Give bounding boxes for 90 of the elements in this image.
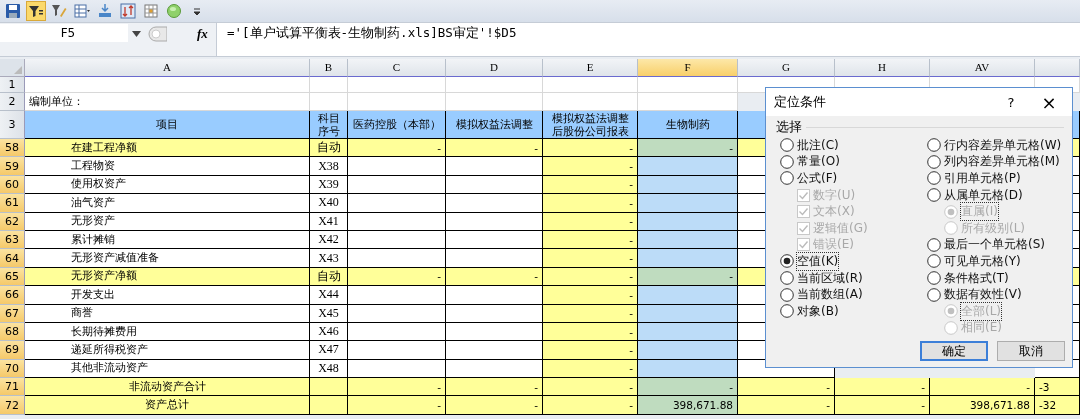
table-cell: -	[930, 378, 1035, 397]
column-header[interactable]: H	[835, 59, 930, 77]
radio-option[interactable]: 常量(O)	[780, 153, 927, 171]
column-header[interactable]: AV	[930, 59, 1035, 77]
table-cell: -	[543, 341, 638, 360]
table-cell: 编制单位：	[25, 93, 310, 111]
row-header[interactable]: 66	[0, 286, 25, 305]
row-header[interactable]: 2	[0, 93, 25, 111]
help-button[interactable]: ?	[996, 94, 1026, 110]
table-cell: 自动	[310, 139, 348, 158]
dialog-title: 定位条件	[774, 93, 826, 111]
table-cell: -	[348, 396, 446, 415]
table-cell: -	[446, 396, 543, 415]
insert-function-button[interactable]: fx	[197, 24, 208, 43]
table-cell: -	[543, 396, 638, 415]
radio-option[interactable]: 空值(K)	[780, 253, 927, 270]
dialog-button[interactable]: 确定	[920, 341, 988, 361]
table-cell: -	[835, 378, 930, 397]
table-cell: -	[348, 378, 446, 397]
column-header[interactable]: D	[446, 59, 543, 77]
table-cell: -	[543, 378, 638, 397]
column-header[interactable]: G	[738, 59, 835, 77]
row-header[interactable]: 59	[0, 157, 25, 176]
column-header[interactable]: E	[543, 59, 638, 77]
table-cell: 递延所得税资产	[25, 341, 310, 360]
column-header[interactable]: F	[638, 59, 738, 77]
table-cell: -	[543, 286, 638, 305]
formula-input[interactable]: ='[单户试算平衡表-生物制药.xls]BS审定'!$D5	[216, 23, 1080, 56]
table-cell: -32	[1035, 396, 1080, 415]
table-cell: X38	[310, 157, 348, 176]
name-box[interactable]: F5	[0, 24, 128, 42]
table-cell: 开发支出	[25, 286, 310, 305]
table-cell: X43	[310, 249, 348, 268]
table-cell: -	[543, 194, 638, 213]
row-header[interactable]: 71	[0, 378, 25, 397]
close-button[interactable]: ×	[1034, 91, 1064, 113]
column-heading-cell: 模拟权益法调整后股份公司报表	[543, 111, 638, 139]
column-header[interactable]: C	[348, 59, 446, 77]
column-heading-cell: 项目	[25, 111, 310, 139]
table-cell: 398,671.88	[930, 396, 1035, 415]
table-cell: -	[738, 396, 835, 415]
table-cell: -	[446, 139, 543, 158]
column-heading-cell: 生物制药	[638, 111, 738, 139]
dialog-button[interactable]: 取消	[997, 341, 1065, 361]
radio-option[interactable]: 对象(B)	[780, 302, 927, 320]
table-cell: -	[446, 378, 543, 397]
table-cell: -	[738, 378, 835, 397]
radio-option[interactable]: 从属单元格(D)	[927, 186, 1062, 204]
table-cell: -	[638, 139, 738, 158]
table-cell: -	[638, 378, 738, 397]
table-cell: X47	[310, 341, 348, 360]
group-label: 选择	[776, 119, 802, 136]
row-header[interactable]: 1	[0, 77, 25, 93]
table-cell: -	[543, 249, 638, 268]
radio-option[interactable]: 行内容差异单元格(W)	[927, 137, 1062, 154]
table-cell: 在建工程净额	[25, 139, 310, 158]
radio-option[interactable]: 条件格式(T)	[927, 269, 1062, 287]
table-cell: X44	[310, 286, 348, 305]
table-cell: 油气资产	[25, 194, 310, 213]
column-header[interactable]: B	[310, 59, 348, 77]
row-header[interactable]: 64	[0, 249, 25, 268]
column-heading-cell: 医药控股（本部）	[348, 111, 446, 139]
radio-option[interactable]: 引用单元格(P)	[927, 170, 1062, 187]
table-cell: -	[543, 139, 638, 158]
row-header[interactable]: 58	[0, 139, 25, 158]
table-cell: 非流动资产合计	[25, 378, 310, 397]
radio-option[interactable]: 最后一个单元格(S)	[927, 236, 1062, 254]
row-header[interactable]: 61	[0, 194, 25, 213]
table-cell: -	[543, 157, 638, 176]
table-cell: 无形资产减值准备	[25, 249, 310, 268]
radio-option[interactable]: 公式(F)	[780, 170, 927, 187]
row-header[interactable]: 69	[0, 341, 25, 360]
radio-option[interactable]: 列内容差异单元格(M)	[927, 153, 1062, 171]
radio-option[interactable]: 当前区域(R)	[780, 269, 927, 287]
column-header[interactable]: A	[25, 59, 310, 77]
table-cell: -	[348, 139, 446, 158]
table-cell: 398,671.88	[638, 396, 738, 415]
radio-option[interactable]: 数据有效性(V)	[927, 286, 1062, 303]
table-cell: 资产总计	[25, 396, 310, 415]
row-header[interactable]: 3	[0, 111, 25, 139]
radio-option[interactable]: 可见单元格(Y)	[927, 253, 1062, 270]
table-cell: -3	[1035, 378, 1080, 397]
table-cell: X40	[310, 194, 348, 213]
column-heading-cell: 科目序号	[310, 111, 348, 139]
table-cell: 工程物资	[25, 157, 310, 176]
radio-option[interactable]: 当前数组(A)	[780, 286, 927, 303]
table-cell: -	[835, 396, 930, 415]
radio-option[interactable]: 批注(C)	[780, 137, 927, 154]
column-heading-cell: 模拟权益法调整	[446, 111, 543, 139]
row-header[interactable]: 72	[0, 396, 25, 415]
